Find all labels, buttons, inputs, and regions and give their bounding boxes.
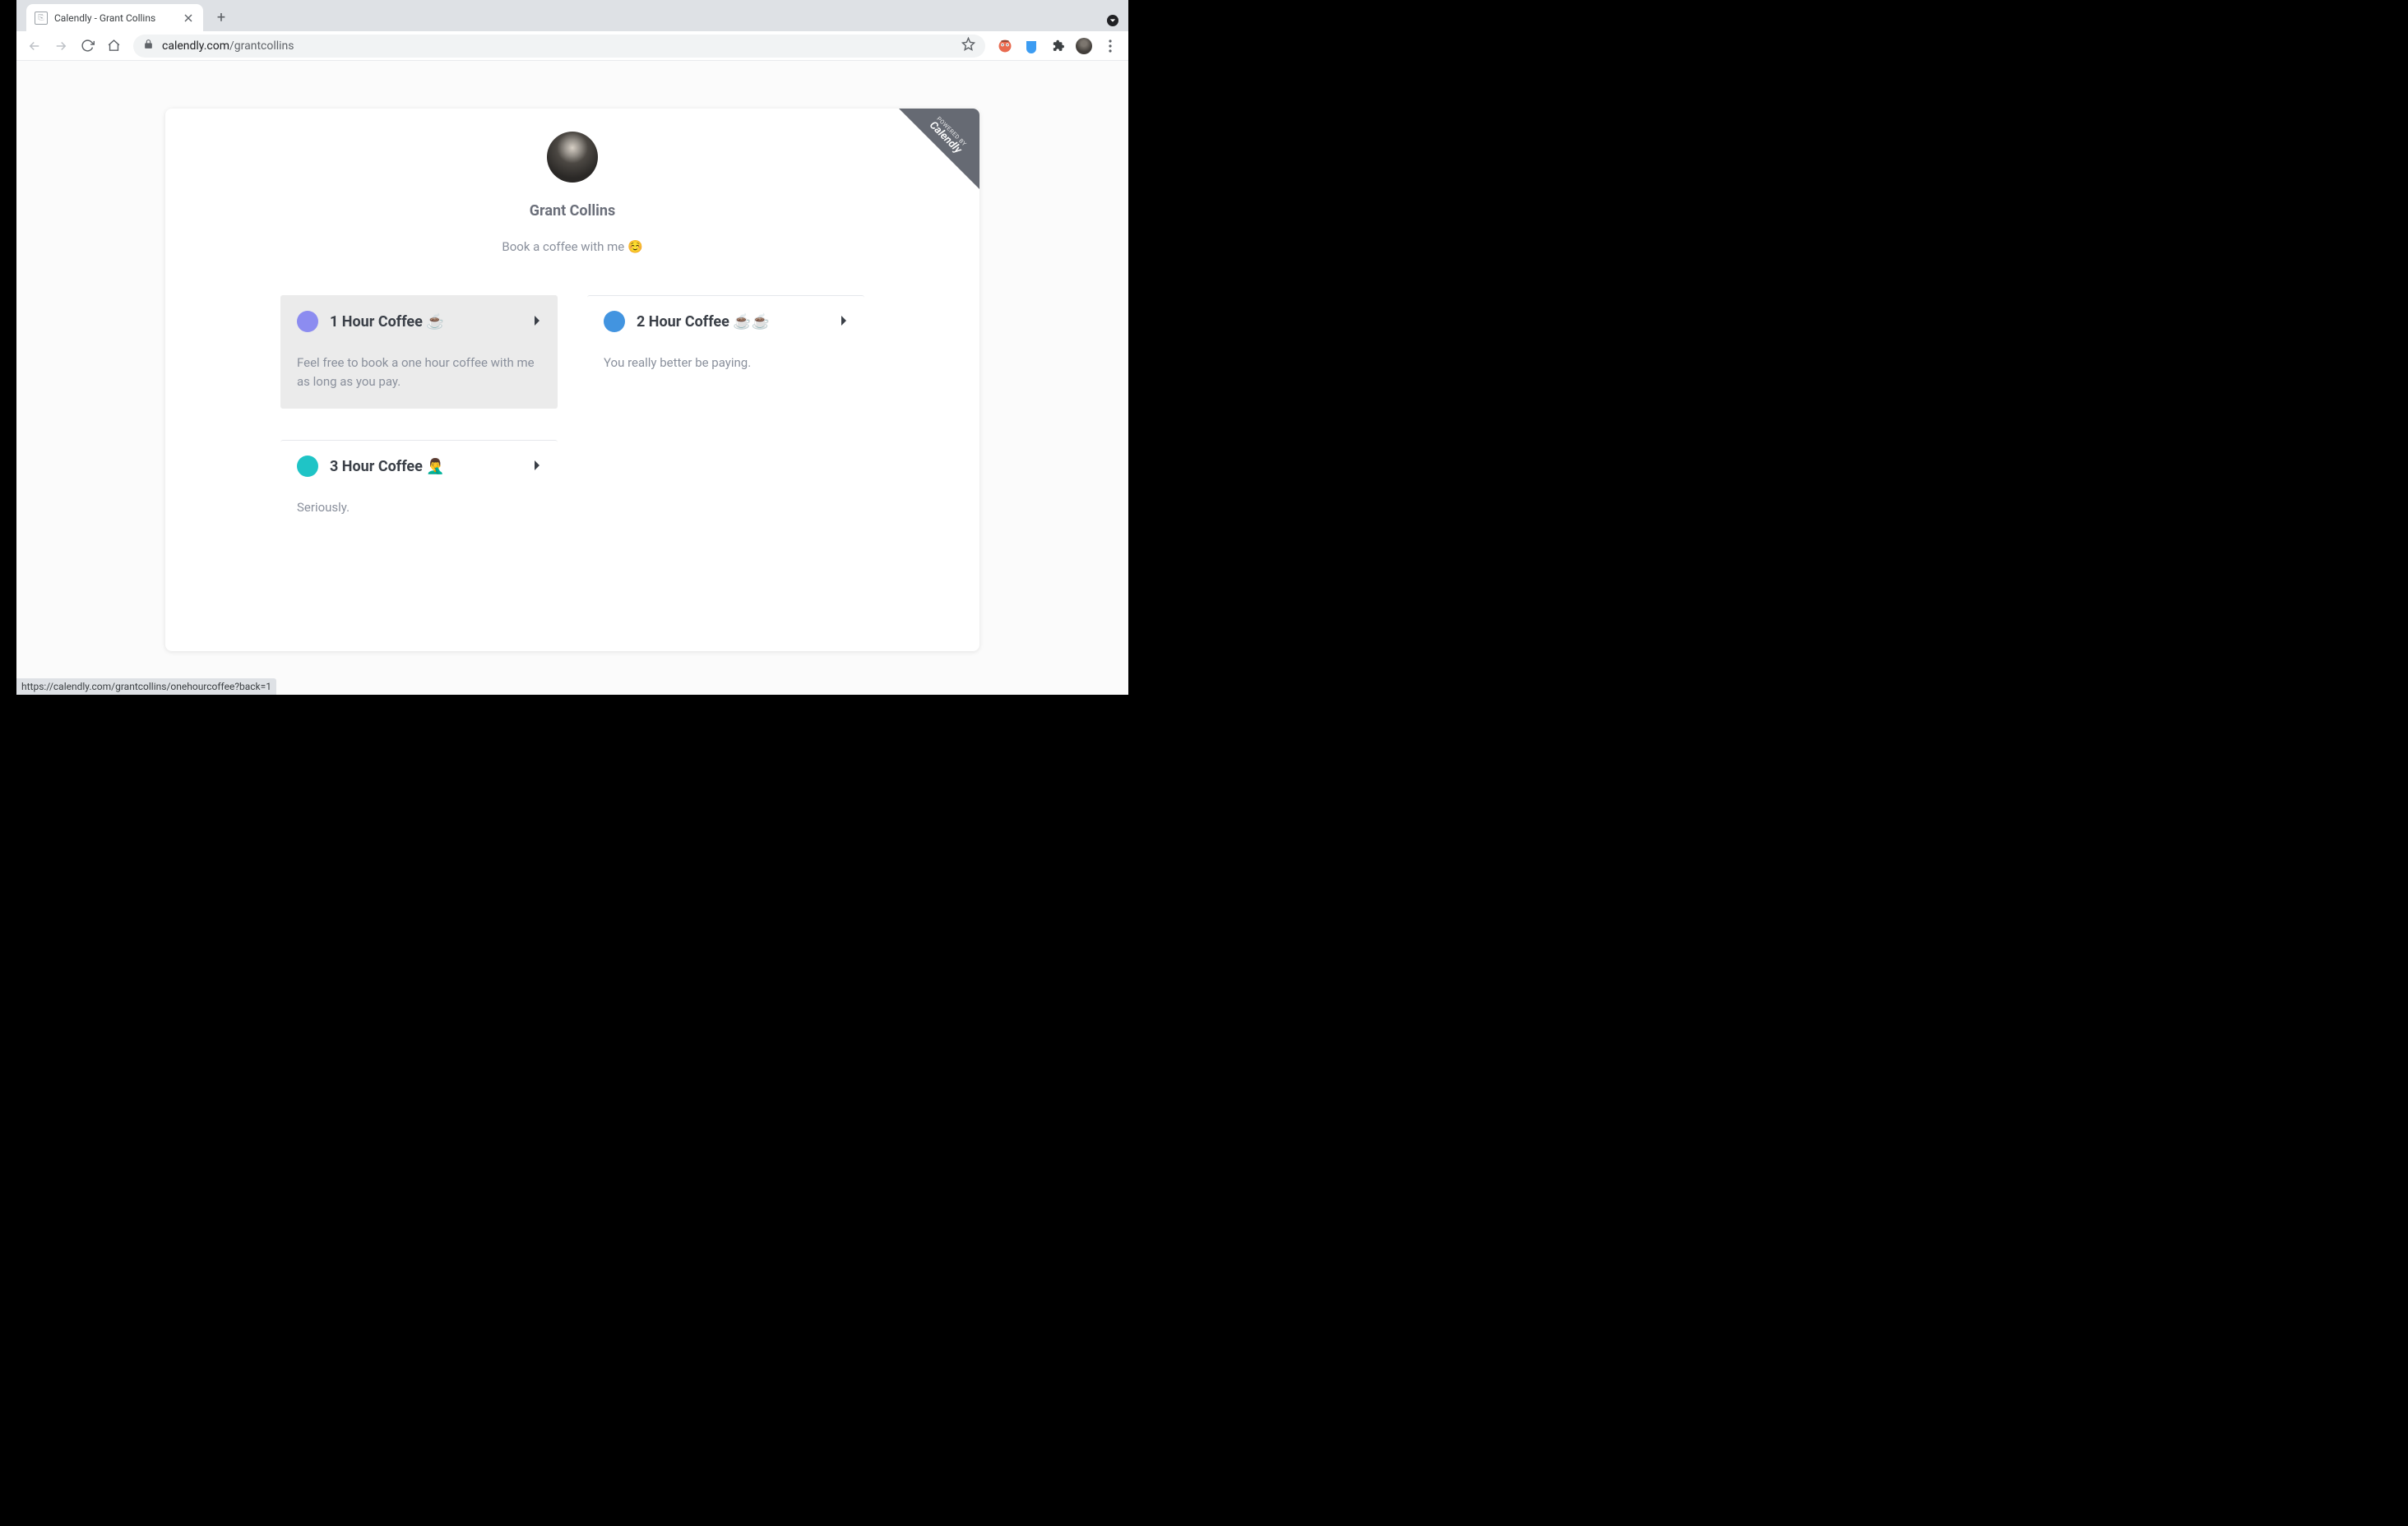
event-description: Seriously.: [297, 498, 541, 517]
calendly-card: POWERED BY Calendly Grant Collins Book a…: [165, 109, 979, 651]
tabs-dropdown-icon[interactable]: [1107, 15, 1118, 26]
bookmark-star-icon[interactable]: [961, 37, 975, 54]
event-card[interactable]: 3 Hour Coffee 🤦‍♂️ Seriously.: [280, 440, 558, 535]
home-button[interactable]: [102, 35, 125, 58]
event-title: 1 Hour Coffee ☕: [330, 313, 521, 331]
event-title: 2 Hour Coffee ☕☕: [637, 313, 828, 331]
profile-avatar-icon[interactable]: [1076, 38, 1092, 54]
tab-title: Calendly - Grant Collins: [54, 12, 175, 24]
event-color-dot: [297, 455, 318, 477]
chevron-right-icon: [533, 459, 541, 474]
back-button[interactable]: [23, 35, 46, 58]
event-card[interactable]: 1 Hour Coffee ☕ Feel free to book a one h…: [280, 295, 558, 409]
profile-header: Grant Collins Book a coffee with me ☺️: [165, 109, 979, 254]
event-header: 3 Hour Coffee 🤦‍♂️: [297, 455, 541, 477]
event-description: You really better be paying.: [604, 354, 848, 372]
event-header: 2 Hour Coffee ☕☕: [604, 311, 848, 332]
browser-status-bar: https://calendly.com/grantcollins/onehou…: [16, 678, 276, 695]
profile-avatar: [547, 132, 598, 183]
url-field[interactable]: calendly.com/grantcollins: [133, 35, 985, 58]
tab-bar: ⎘ Calendly - Grant Collins +: [16, 0, 1128, 31]
chevron-right-icon: [840, 314, 848, 330]
kebab-menu-icon[interactable]: [1099, 35, 1122, 58]
event-description: Feel free to book a one hour coffee with…: [297, 354, 541, 391]
profile-name: Grant Collins: [165, 202, 979, 220]
tab-favicon-icon: ⎘: [35, 12, 48, 25]
reload-button[interactable]: [76, 35, 99, 58]
browser-tab[interactable]: ⎘ Calendly - Grant Collins: [26, 4, 203, 31]
address-bar: calendly.com/grantcollins: [16, 31, 1128, 61]
event-color-dot: [297, 311, 318, 332]
chevron-right-icon: [533, 314, 541, 330]
extension-icon-2[interactable]: [1023, 38, 1040, 54]
tab-bar-right: [1107, 15, 1128, 31]
event-color-dot: [604, 311, 625, 332]
event-title: 3 Hour Coffee 🤦‍♂️: [330, 458, 521, 475]
extensions-puzzle-icon[interactable]: [1049, 38, 1066, 54]
profile-bio: Book a coffee with me ☺️: [165, 239, 979, 254]
page-viewport: POWERED BY Calendly Grant Collins Book a…: [16, 61, 1128, 695]
extension-icon-1[interactable]: [997, 38, 1013, 54]
close-tab-button[interactable]: [182, 12, 195, 25]
event-card[interactable]: 2 Hour Coffee ☕☕ You really better be pay…: [587, 295, 864, 409]
event-header: 1 Hour Coffee ☕: [297, 311, 541, 332]
browser-window: ⎘ Calendly - Grant Collins +: [16, 0, 1128, 695]
forward-button[interactable]: [49, 35, 72, 58]
new-tab-button[interactable]: +: [210, 6, 233, 29]
lock-icon: [143, 39, 154, 53]
event-grid: 1 Hour Coffee ☕ Feel free to book a one h…: [165, 254, 979, 535]
url-text: calendly.com/grantcollins: [162, 39, 294, 53]
